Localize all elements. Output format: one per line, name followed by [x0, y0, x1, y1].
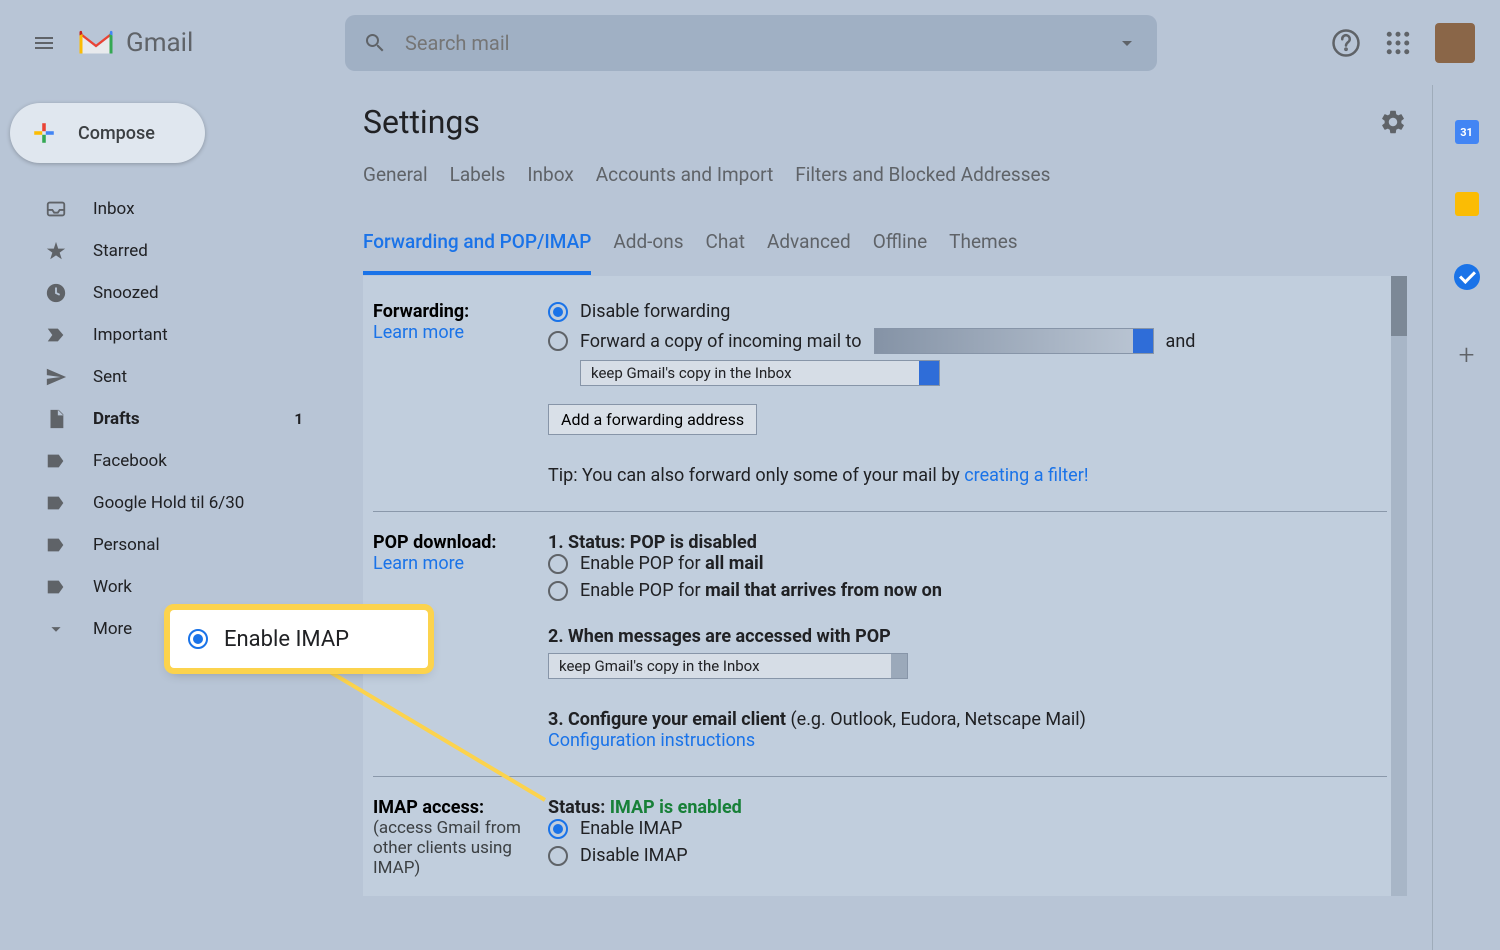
plus-icon: [28, 117, 60, 149]
enable-imap-callout: Enable IMAP: [170, 610, 428, 668]
sidebar-item-sent[interactable]: Sent: [10, 356, 343, 398]
search-input[interactable]: [405, 31, 1115, 55]
help-icon[interactable]: [1331, 28, 1361, 58]
sidebar-item-important[interactable]: Important: [10, 314, 343, 356]
radio-disable-imap[interactable]: [548, 846, 568, 866]
pop-configure-heading: 3. Configure your email client (e.g. Out…: [548, 709, 1387, 730]
forwarding-tip: Tip: You can also forward only some of y…: [548, 465, 1387, 486]
pop-when-accessed-heading: 2. When messages are accessed with POP: [548, 626, 1387, 647]
tab-general[interactable]: General: [363, 163, 428, 208]
tab-labels[interactable]: Labels: [450, 163, 506, 208]
compose-label: Compose: [78, 123, 155, 144]
header-right: [1331, 23, 1475, 63]
radio-disable-forwarding[interactable]: [548, 302, 568, 322]
search-bar[interactable]: [345, 15, 1157, 71]
tab-add-ons[interactable]: Add-ons: [613, 230, 683, 275]
compose-button[interactable]: Compose: [10, 103, 205, 163]
page-title: Settings: [363, 103, 480, 141]
tab-offline[interactable]: Offline: [873, 230, 927, 275]
forward-copy-label: Forward a copy of incoming mail to: [580, 331, 862, 352]
create-filter-link[interactable]: creating a filter!: [964, 465, 1088, 486]
sidebar-item-personal[interactable]: Personal: [10, 524, 343, 566]
pop-learn-more-link[interactable]: Learn more: [373, 553, 464, 574]
scrollbar-thumb[interactable]: [1391, 276, 1407, 336]
tab-filters-and-blocked-addresses[interactable]: Filters and Blocked Addresses: [795, 163, 1050, 208]
settings-panel: Forwarding: Learn more Disable forwardin…: [363, 276, 1407, 896]
forwarding-learn-more-link[interactable]: Learn more: [373, 322, 464, 343]
imap-subnote: (access Gmail from other clients using I…: [373, 818, 548, 878]
imap-heading: IMAP access:: [373, 797, 548, 818]
radio-pop-new-mail[interactable]: [548, 581, 568, 601]
keep-copy-dropdown[interactable]: keep Gmail's copy in the Inbox: [580, 360, 940, 386]
add-addon-icon[interactable]: +: [1459, 338, 1475, 371]
sidebar-item-snoozed[interactable]: Snoozed: [10, 272, 343, 314]
gmail-envelope-icon: [76, 28, 116, 58]
forwarding-heading: Forwarding:: [373, 301, 548, 322]
gmail-logo-text: Gmail: [126, 28, 193, 58]
hamburger-menu-icon[interactable]: [20, 19, 68, 67]
callout-text: Enable IMAP: [224, 627, 349, 652]
tab-accounts-and-import[interactable]: Accounts and Import: [596, 163, 774, 208]
sidebar-item-starred[interactable]: Starred: [10, 230, 343, 272]
imap-status: Status: IMAP is enabled: [548, 797, 1387, 818]
forward-address-dropdown[interactable]: [874, 328, 1154, 354]
section-forwarding: Forwarding: Learn more Disable forwardin…: [373, 301, 1387, 512]
tab-chat[interactable]: Chat: [706, 230, 745, 275]
sidebar-item-inbox[interactable]: Inbox: [10, 188, 343, 230]
apps-grid-icon[interactable]: [1383, 28, 1413, 58]
gear-icon[interactable]: [1379, 108, 1407, 136]
tab-themes[interactable]: Themes: [949, 230, 1017, 275]
radio-enable-imap[interactable]: [548, 819, 568, 839]
right-side-panel: 31 +: [1432, 85, 1500, 950]
section-imap: IMAP access: (access Gmail from other cl…: [373, 797, 1387, 896]
tab-forwarding-and-pop-imap[interactable]: Forwarding and POP/IMAP: [363, 230, 591, 275]
sidebar-item-work[interactable]: Work: [10, 566, 343, 608]
add-forwarding-address-button[interactable]: Add a forwarding address: [548, 404, 757, 435]
radio-forward-copy[interactable]: [548, 331, 568, 351]
pop-heading: POP download:: [373, 532, 548, 553]
keep-icon[interactable]: [1455, 192, 1479, 216]
app-header: Gmail: [0, 0, 1500, 85]
main-content: Settings General Labels Inbox Accounts and …: [343, 85, 1432, 950]
sidebar-item-facebook[interactable]: Facebook: [10, 440, 343, 482]
callout-radio-icon: [188, 629, 208, 649]
sidebar-item-google-hold-til-6-30[interactable]: Google Hold til 6/30: [10, 482, 343, 524]
disable-forwarding-label: Disable forwarding: [580, 301, 730, 322]
tasks-icon[interactable]: [1454, 264, 1480, 290]
tab-inbox[interactable]: Inbox: [527, 163, 573, 208]
pop-all-mail-label: Enable POP for all mail: [580, 553, 764, 574]
pop-keep-copy-dropdown[interactable]: keep Gmail's copy in the Inbox: [548, 653, 908, 679]
scrollbar-track[interactable]: [1391, 276, 1407, 896]
disable-imap-label: Disable IMAP: [580, 845, 688, 866]
pop-new-mail-label: Enable POP for mail that arrives from no…: [580, 580, 942, 601]
enable-imap-label: Enable IMAP: [580, 818, 682, 839]
calendar-icon[interactable]: 31: [1455, 120, 1479, 144]
radio-pop-all-mail[interactable]: [548, 554, 568, 574]
gmail-logo[interactable]: Gmail: [76, 28, 193, 58]
config-instructions-link[interactable]: Configuration instructions: [548, 730, 755, 751]
sidebar-item-drafts[interactable]: Drafts1: [10, 398, 343, 440]
settings-tabs: General Labels Inbox Accounts and Import Fil…: [363, 163, 1283, 276]
account-avatar[interactable]: [1435, 23, 1475, 63]
sidebar: Compose InboxStarredSnoozedImportantSent…: [0, 85, 343, 950]
forward-and-text: and: [1166, 331, 1196, 352]
pop-status: 1. Status: POP is disabled: [548, 532, 1387, 553]
section-pop: POP download: Learn more 1. Status: POP …: [373, 532, 1387, 777]
tab-advanced[interactable]: Advanced: [767, 230, 851, 275]
search-icon: [363, 31, 387, 55]
search-options-icon[interactable]: [1115, 31, 1139, 55]
